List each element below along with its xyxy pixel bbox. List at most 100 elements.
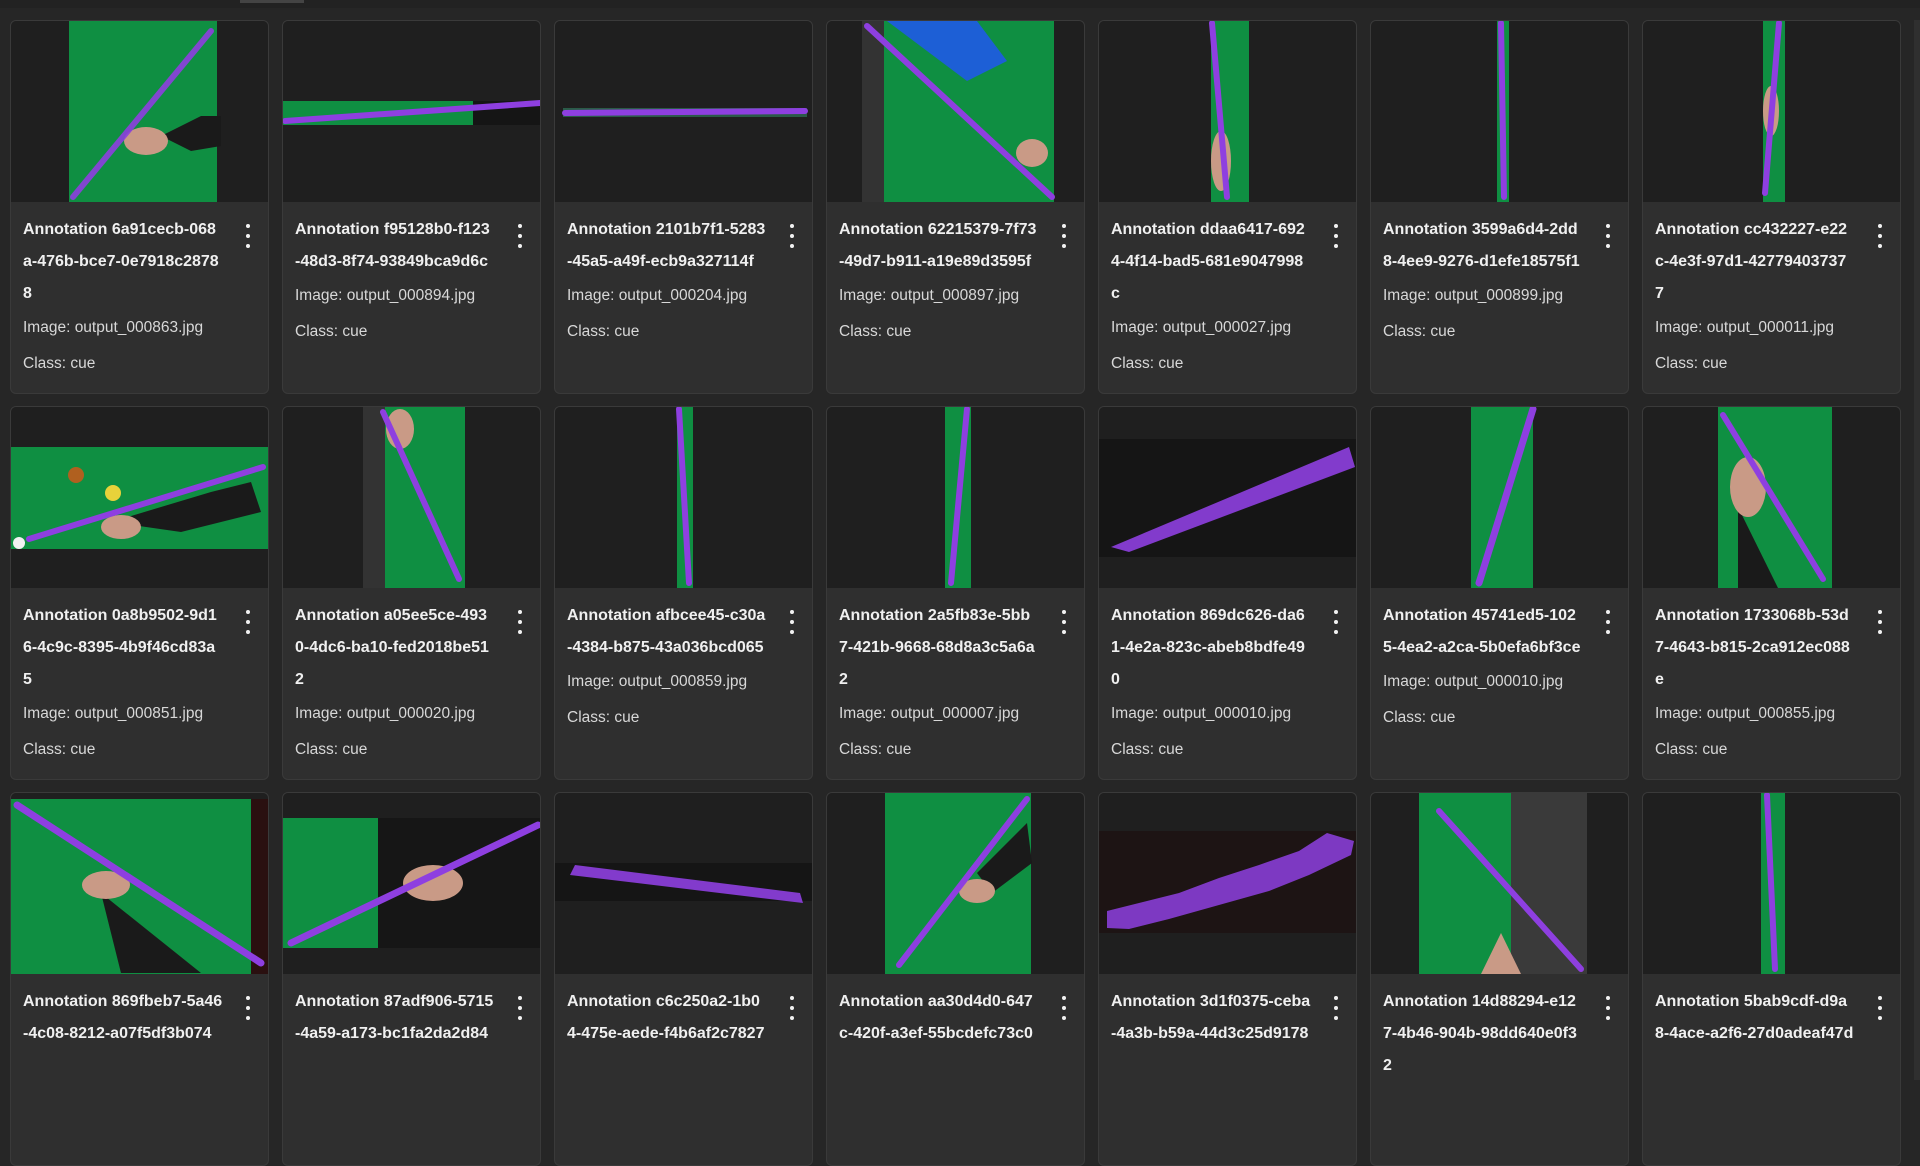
class-label: Class: cue bbox=[1383, 323, 1456, 340]
tab-indicator bbox=[240, 0, 304, 3]
annotation-card[interactable]: Annotation 45741ed5-1025-4ea2-a2ca-5b0ef… bbox=[1370, 406, 1629, 780]
annotation-title: Annotation 3599a6d4-2dd8-4ee9-9276-d1efe… bbox=[1383, 221, 1580, 270]
annotation-card[interactable]: Annotation 6a91cecb-068a-476b-bce7-0e791… bbox=[10, 20, 269, 394]
annotation-card[interactable]: Annotation a05ee5ce-4930-4dc6-ba10-fed20… bbox=[282, 406, 541, 780]
cue-mask-preview bbox=[562, 108, 808, 117]
annotation-title: Annotation 3d1f0375-ceba-4a3b-b59a-44d3c… bbox=[1111, 993, 1311, 1042]
annotation-thumbnail[interactable] bbox=[1099, 793, 1356, 974]
more-options-icon[interactable] bbox=[1602, 996, 1614, 1020]
class-label: Class: cue bbox=[23, 355, 96, 372]
image-filename: Image: output_000007.jpg bbox=[839, 705, 1020, 722]
annotation-title: Annotation c6c250a2-1b04-475e-aede-f4b6a… bbox=[567, 993, 765, 1042]
more-options-icon[interactable] bbox=[1058, 224, 1070, 248]
annotation-thumbnail[interactable] bbox=[555, 21, 812, 202]
annotation-card[interactable]: Annotation 1733068b-53d7-4643-b815-2ca91… bbox=[1642, 406, 1901, 780]
annotation-card[interactable]: Annotation 62215379-7f73-49d7-b911-a19e8… bbox=[826, 20, 1085, 394]
cue-mask-preview bbox=[1209, 21, 1249, 202]
class-label: Class: cue bbox=[1383, 709, 1456, 726]
annotation-thumbnail[interactable] bbox=[1371, 407, 1628, 588]
annotation-title: Annotation cc432227-e22c-4e3f-97d1-42779… bbox=[1655, 221, 1848, 302]
cue-mask-preview bbox=[11, 799, 268, 974]
image-filename: Image: output_000010.jpg bbox=[1111, 705, 1292, 722]
annotation-card[interactable]: Annotation 14d88294-e127-4b46-904b-98dd6… bbox=[1370, 792, 1629, 1166]
image-filename: Image: output_000899.jpg bbox=[1383, 287, 1564, 304]
annotation-card[interactable]: Annotation 869fbeb7-5a46-4c08-8212-a07f5… bbox=[10, 792, 269, 1166]
annotation-card[interactable]: Annotation c6c250a2-1b04-475e-aede-f4b6a… bbox=[554, 792, 813, 1166]
cue-mask-preview bbox=[676, 407, 693, 588]
cue-mask-preview bbox=[1761, 793, 1785, 974]
annotation-card[interactable]: Annotation aa30d4d0-647c-420f-a3ef-55bcd… bbox=[826, 792, 1085, 1166]
annotation-card[interactable]: Annotation 5bab9cdf-d9a8-4ace-a2f6-27d0a… bbox=[1642, 792, 1901, 1166]
annotation-card[interactable]: Annotation 3599a6d4-2dd8-4ee9-9276-d1efe… bbox=[1370, 20, 1629, 394]
annotation-title: Annotation 62215379-7f73-49d7-b911-a19e8… bbox=[839, 221, 1037, 270]
more-options-icon[interactable] bbox=[242, 996, 254, 1020]
annotation-title: Annotation 6a91cecb-068a-476b-bce7-0e791… bbox=[23, 221, 219, 302]
annotation-thumbnail[interactable] bbox=[1643, 21, 1900, 202]
annotation-thumbnail[interactable] bbox=[283, 793, 540, 974]
more-options-icon[interactable] bbox=[1058, 610, 1070, 634]
image-filename: Image: output_000027.jpg bbox=[1111, 319, 1292, 336]
more-options-icon[interactable] bbox=[1330, 224, 1342, 248]
more-options-icon[interactable] bbox=[1602, 610, 1614, 634]
annotation-thumbnail[interactable] bbox=[283, 407, 540, 588]
annotation-card[interactable]: Annotation 869dc626-da61-4e2a-823c-abeb8… bbox=[1098, 406, 1357, 780]
more-options-icon[interactable] bbox=[786, 224, 798, 248]
annotation-title: Annotation 869dc626-da61-4e2a-823c-abeb8… bbox=[1111, 607, 1305, 688]
cue-mask-preview bbox=[283, 818, 540, 948]
annotation-card[interactable]: Annotation f95128b0-f123-48d3-8f74-93849… bbox=[282, 20, 541, 394]
annotation-card[interactable]: Annotation 87adf906-5715-4a59-a173-bc1fa… bbox=[282, 792, 541, 1166]
more-options-icon[interactable] bbox=[1874, 224, 1886, 248]
more-options-icon[interactable] bbox=[514, 610, 526, 634]
cue-mask-preview bbox=[1471, 407, 1537, 588]
annotation-thumbnail[interactable] bbox=[1643, 793, 1900, 974]
cue-mask-preview bbox=[11, 447, 268, 549]
annotation-thumbnail[interactable] bbox=[1099, 407, 1356, 588]
annotation-title: Annotation 869fbeb7-5a46-4c08-8212-a07f5… bbox=[23, 993, 223, 1042]
image-filename: Image: output_000894.jpg bbox=[295, 287, 476, 304]
annotation-card[interactable]: Annotation afbcee45-c30a-4384-b875-43a03… bbox=[554, 406, 813, 780]
annotation-thumbnail[interactable] bbox=[555, 407, 812, 588]
annotation-thumbnail[interactable] bbox=[555, 793, 812, 974]
annotation-thumbnail[interactable] bbox=[11, 21, 268, 202]
annotation-thumbnail[interactable] bbox=[827, 407, 1084, 588]
cue-mask-preview bbox=[1099, 831, 1356, 933]
more-options-icon[interactable] bbox=[1058, 996, 1070, 1020]
annotation-card[interactable]: Annotation 2101b7f1-5283-45a5-a49f-ecb9a… bbox=[554, 20, 813, 394]
more-options-icon[interactable] bbox=[1874, 996, 1886, 1020]
more-options-icon[interactable] bbox=[786, 996, 798, 1020]
more-options-icon[interactable] bbox=[242, 224, 254, 248]
image-filename: Image: output_000204.jpg bbox=[567, 287, 748, 304]
more-options-icon[interactable] bbox=[786, 610, 798, 634]
image-filename: Image: output_000897.jpg bbox=[839, 287, 1020, 304]
annotation-thumbnail[interactable] bbox=[283, 21, 540, 202]
more-options-icon[interactable] bbox=[1330, 610, 1342, 634]
annotation-thumbnail[interactable] bbox=[11, 793, 268, 974]
annotation-title: Annotation 0a8b9502-9d16-4c9c-8395-4b9f4… bbox=[23, 607, 217, 688]
annotation-card[interactable]: Annotation cc432227-e22c-4e3f-97d1-42779… bbox=[1642, 20, 1901, 394]
annotation-title: Annotation 2a5fb83e-5bb7-421b-9668-68d8a… bbox=[839, 607, 1035, 688]
top-toolbar bbox=[0, 0, 1920, 8]
more-options-icon[interactable] bbox=[1874, 610, 1886, 634]
annotation-card[interactable]: Annotation 2a5fb83e-5bb7-421b-9668-68d8a… bbox=[826, 406, 1085, 780]
annotation-thumbnail[interactable] bbox=[1371, 793, 1628, 974]
class-label: Class: cue bbox=[1111, 741, 1184, 758]
annotation-card[interactable]: Annotation ddaa6417-6924-4f14-bad5-681e9… bbox=[1098, 20, 1357, 394]
annotation-thumbnail[interactable] bbox=[1099, 21, 1356, 202]
annotation-card[interactable]: Annotation 0a8b9502-9d16-4c9c-8395-4b9f4… bbox=[10, 406, 269, 780]
more-options-icon[interactable] bbox=[514, 996, 526, 1020]
annotation-title: Annotation 1733068b-53d7-4643-b815-2ca91… bbox=[1655, 607, 1850, 688]
annotation-card[interactable]: Annotation 3d1f0375-ceba-4a3b-b59a-44d3c… bbox=[1098, 792, 1357, 1166]
annotation-thumbnail[interactable] bbox=[1371, 21, 1628, 202]
cue-mask-preview bbox=[885, 793, 1032, 974]
cue-mask-preview bbox=[555, 863, 812, 903]
annotation-title: Annotation 5bab9cdf-d9a8-4ace-a2f6-27d0a… bbox=[1655, 993, 1854, 1042]
annotation-thumbnail[interactable] bbox=[11, 407, 268, 588]
annotation-thumbnail[interactable] bbox=[827, 21, 1084, 202]
annotation-thumbnail[interactable] bbox=[1643, 407, 1900, 588]
more-options-icon[interactable] bbox=[242, 610, 254, 634]
class-label: Class: cue bbox=[1655, 741, 1728, 758]
more-options-icon[interactable] bbox=[514, 224, 526, 248]
more-options-icon[interactable] bbox=[1330, 996, 1342, 1020]
more-options-icon[interactable] bbox=[1602, 224, 1614, 248]
annotation-thumbnail[interactable] bbox=[827, 793, 1084, 974]
